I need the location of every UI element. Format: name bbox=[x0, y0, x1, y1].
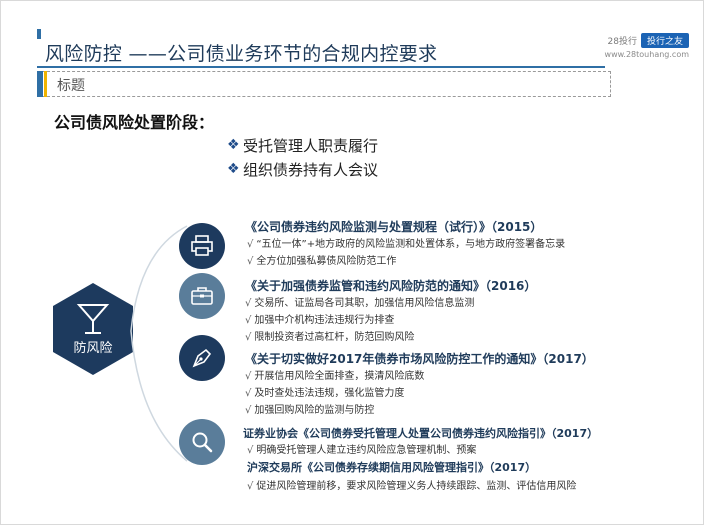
regulation-item: √ 及时查处违法违规，强化监管力度 bbox=[245, 388, 405, 399]
regulation-item: √ “五位一体”+地方政府的风险监测和处置体系，与地方政府签署备忘录 bbox=[247, 239, 566, 250]
title-accent bbox=[37, 29, 41, 39]
stage-bullets: ❖ 受托管理人职责履行 ❖ 组织债券持有人会议 bbox=[227, 133, 378, 181]
brand-logo: 28投行 投行之友 www.28touhang.com bbox=[605, 33, 689, 59]
subheading-bar-yellow bbox=[44, 71, 47, 97]
stage-bullet-text: 受托管理人职责履行 bbox=[243, 136, 379, 155]
subheading-bar-blue bbox=[37, 71, 43, 97]
page-title: 风险防控 ——公司债业务环节的合规内控要求 bbox=[45, 43, 438, 65]
check-icon: √ bbox=[247, 481, 254, 492]
check-icon: √ bbox=[245, 332, 252, 343]
logo-url: www.28touhang.com bbox=[604, 50, 689, 59]
slide: 风险防控 ——公司债业务环节的合规内控要求 28投行 投行之友 www.28to… bbox=[0, 0, 704, 525]
check-icon: √ bbox=[245, 405, 252, 416]
risk-prevention-hexagon: 防风险 bbox=[53, 283, 133, 375]
check-icon: √ bbox=[247, 256, 254, 267]
stage-label: 公司债风险处置阶段： bbox=[54, 113, 215, 132]
stage-bullet: ❖ 受托管理人职责履行 bbox=[227, 133, 378, 157]
regulation-item: √ 开展信用风险全面排查，摸清风险底数 bbox=[245, 371, 425, 382]
check-icon: √ bbox=[247, 239, 254, 250]
title-underline bbox=[37, 66, 605, 68]
magnifier-icon bbox=[192, 432, 213, 453]
check-icon: √ bbox=[245, 298, 252, 309]
check-icon: √ bbox=[245, 388, 252, 399]
regulation-item: √ 加强中介机构违法违规行为排查 bbox=[245, 315, 395, 326]
printer-icon-circle bbox=[179, 223, 225, 269]
logo-badge: 投行之友 bbox=[640, 33, 689, 48]
regulation-item: √ 全方位加强私募债风险防范工作 bbox=[247, 256, 397, 267]
subheading-text: 标题 bbox=[57, 78, 85, 94]
regulation-title: 证券业协会《公司债券受托管理人处置公司债券违约风险指引》（2017） bbox=[243, 427, 599, 440]
stage-bullet-text: 组织债券持有人会议 bbox=[243, 160, 379, 179]
regulation-item: √ 促进风险管理前移，要求风险管理义务人持续跟踪、监测、评估信用风险 bbox=[247, 481, 577, 492]
regulation-title: 沪深交易所《公司债券存续期信用风险管理指引》（2017） bbox=[247, 461, 537, 474]
regulation-item: √ 明确受托管理人建立违约风险应急管理机制、预案 bbox=[247, 445, 477, 456]
check-icon: √ bbox=[245, 371, 252, 382]
regulation-item: √ 限制投资者过高杠杆，防范回购风险 bbox=[245, 332, 415, 343]
stage-bullet: ❖ 组织债券持有人会议 bbox=[227, 157, 378, 181]
check-icon: √ bbox=[247, 445, 254, 456]
pen-nib-icon bbox=[192, 348, 212, 368]
briefcase-icon-circle bbox=[179, 273, 225, 319]
diamond-bullet-icon: ❖ bbox=[227, 161, 240, 177]
printer-icon bbox=[191, 235, 213, 256]
logo-brand: 28投行 bbox=[607, 37, 637, 47]
hexagon-shape bbox=[53, 283, 133, 375]
regulation-title: 《关于切实做好2017年债券市场风险防控工作的通知》（2017） bbox=[245, 352, 594, 366]
regulation-item: √ 加强回购风险的监测与防控 bbox=[245, 405, 375, 416]
regulation-title: 《公司债券违约风险监测与处置规程（试行）》（2015） bbox=[245, 220, 543, 234]
pen-nib-icon-circle bbox=[179, 335, 225, 381]
regulation-item: √ 交易所、证监局各司其职，加强信用风险信息监测 bbox=[245, 298, 475, 309]
briefcase-icon bbox=[191, 287, 213, 305]
hexagon-label: 防风险 bbox=[73, 341, 113, 356]
subheading-box bbox=[37, 71, 611, 97]
check-icon: √ bbox=[245, 315, 252, 326]
regulation-title: 《关于加强债券监管和违约风险防范的通知》（2016） bbox=[245, 279, 537, 293]
diamond-bullet-icon: ❖ bbox=[227, 137, 240, 153]
magnifier-icon-circle bbox=[179, 419, 225, 465]
